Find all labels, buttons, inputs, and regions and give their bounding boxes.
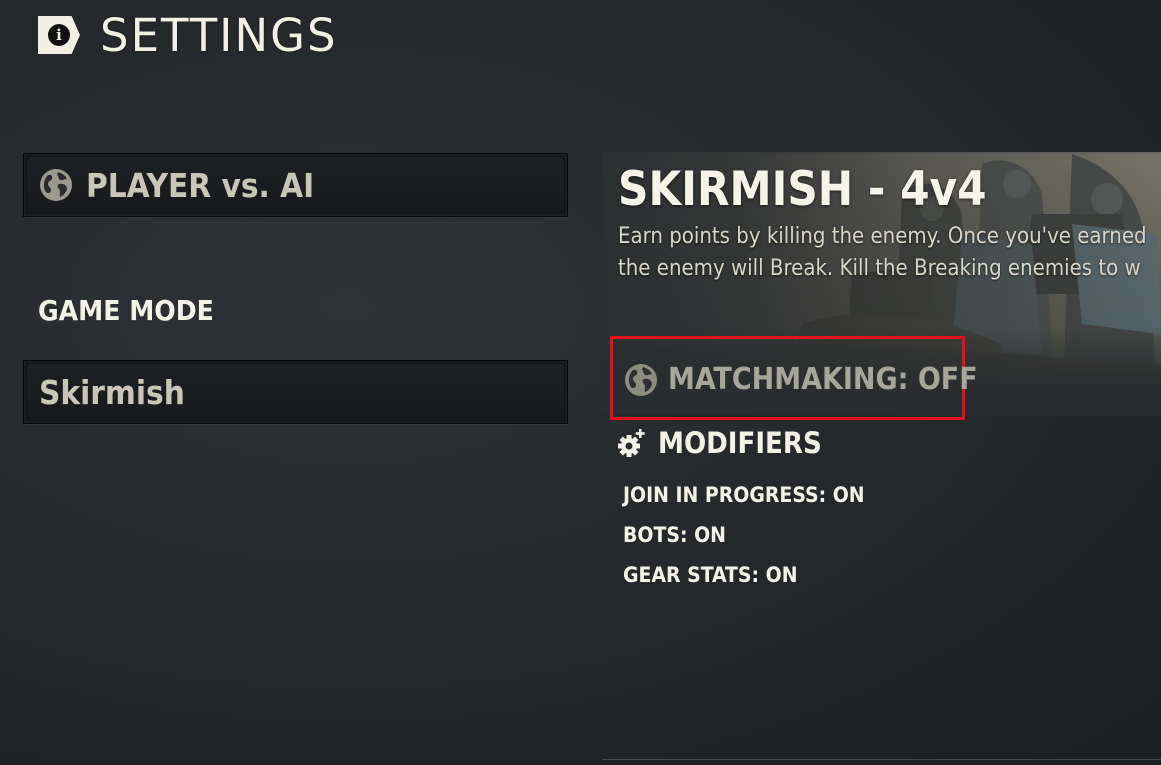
game-mode-selector[interactable]: Skirmish: [23, 360, 568, 424]
playlist-label: PLAYER vs. AI: [86, 165, 315, 205]
mode-description-line: the enemy will Break. Kill the Breaking …: [618, 256, 1141, 281]
modifiers-title: MODIFIERS: [658, 426, 822, 460]
page-header: i SETTINGS: [38, 8, 338, 62]
mode-description-line: Earn points by killing the enemy. Once y…: [618, 224, 1147, 249]
game-mode-value: Skirmish: [39, 372, 185, 412]
mode-description: Earn points by killing the enemy. Once y…: [618, 221, 1161, 285]
matchmaking-label: MATCHMAKING: OFF: [668, 362, 978, 397]
page-title: SETTINGS: [100, 8, 338, 62]
globe-icon: [625, 363, 657, 396]
modifier-join-in-progress: JOIN IN PROGRESS: ON: [623, 483, 865, 507]
modifier-bots: BOTS: ON: [623, 523, 726, 547]
mode-title: SKIRMISH - 4v4: [618, 162, 987, 217]
divider: [602, 759, 1161, 760]
info-icon[interactable]: i: [38, 16, 80, 54]
matchmaking-status[interactable]: MATCHMAKING: OFF: [624, 362, 978, 397]
gear-plus-icon: [618, 429, 645, 457]
modifier-list: JOIN IN PROGRESS: ON BOTS: ON GEAR STATS…: [623, 475, 865, 595]
game-mode-heading: GAME MODE: [38, 294, 214, 327]
playlist-selector[interactable]: PLAYER vs. AI: [23, 153, 568, 217]
globe-icon: [40, 169, 72, 201]
modifiers-header: MODIFIERS: [618, 426, 822, 460]
modifier-gear-stats: GEAR STATS: ON: [623, 563, 798, 587]
